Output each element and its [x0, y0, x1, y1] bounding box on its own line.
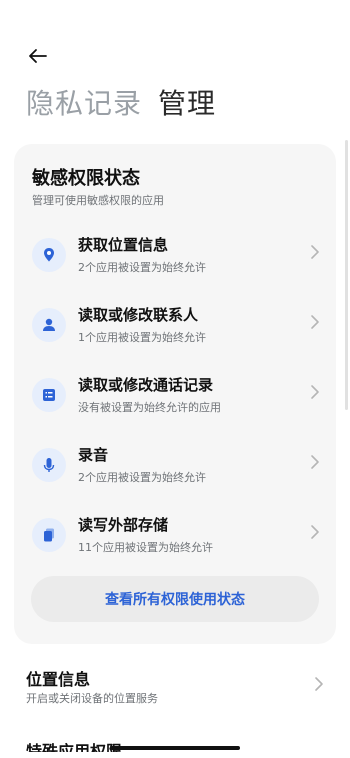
permission-desc: 没有被设置为始终允许的应用 — [78, 401, 221, 414]
special-app-permissions-title[interactable]: 特殊应用权限 — [26, 740, 122, 752]
chevron-right-icon — [311, 245, 319, 259]
chevron-right-icon — [311, 455, 319, 469]
permission-desc: 11个应用被设置为始终允许 — [78, 541, 213, 554]
location-pin-icon — [32, 238, 66, 272]
scrollbar[interactable] — [345, 140, 348, 410]
location-title: 位置信息 — [26, 670, 91, 689]
permission-desc: 1个应用被设置为始终允许 — [78, 331, 206, 344]
permission-item-call-log[interactable]: 读取或修改通话记录 没有被设置为始终允许的应用 — [14, 370, 336, 430]
chevron-right-icon — [311, 315, 319, 329]
home-indicator[interactable] — [110, 746, 240, 750]
tab-manage[interactable]: 管理 — [158, 82, 216, 122]
chevron-right-icon — [311, 525, 319, 539]
storage-icon — [32, 518, 66, 552]
card-title: 敏感权限状态 — [32, 168, 140, 189]
permission-title: 获取位置信息 — [78, 236, 169, 254]
permission-title: 录音 — [78, 446, 109, 464]
permission-item-location[interactable]: 获取位置信息 2个应用被设置为始终允许 — [14, 230, 336, 290]
header-tabs: 隐私记录 管理 — [26, 82, 216, 122]
permission-title: 读取或修改通话记录 — [78, 376, 214, 394]
sensitive-permissions-card: 敏感权限状态 管理可使用敏感权限的应用 获取位置信息 2个应用被设置为始终允许 … — [14, 144, 336, 644]
permission-title: 读取或修改联系人 — [78, 306, 199, 324]
permission-title: 读写外部存储 — [78, 516, 169, 534]
card-subtitle: 管理可使用敏感权限的应用 — [32, 194, 164, 207]
permission-item-record-audio[interactable]: 录音 2个应用被设置为始终允许 — [14, 440, 336, 500]
permission-desc: 2个应用被设置为始终允许 — [78, 471, 206, 484]
view-all-permissions-button[interactable]: 查看所有权限使用状态 — [31, 576, 319, 622]
back-button[interactable] — [26, 44, 50, 68]
tab-privacy-records[interactable]: 隐私记录 — [26, 82, 142, 122]
permission-item-storage[interactable]: 读写外部存储 11个应用被设置为始终允许 — [14, 510, 336, 570]
permission-desc: 2个应用被设置为始终允许 — [78, 261, 206, 274]
permission-item-contacts[interactable]: 读取或修改联系人 1个应用被设置为始终允许 — [14, 300, 336, 360]
location-desc: 开启或关闭设备的位置服务 — [26, 692, 158, 705]
call-log-icon — [32, 378, 66, 412]
microphone-icon — [32, 448, 66, 482]
chevron-right-icon — [315, 677, 323, 691]
person-icon — [32, 308, 66, 342]
back-arrow-icon — [29, 49, 47, 63]
chevron-right-icon — [311, 385, 319, 399]
location-settings-row[interactable]: 位置信息 开启或关闭设备的位置服务 — [0, 664, 350, 712]
